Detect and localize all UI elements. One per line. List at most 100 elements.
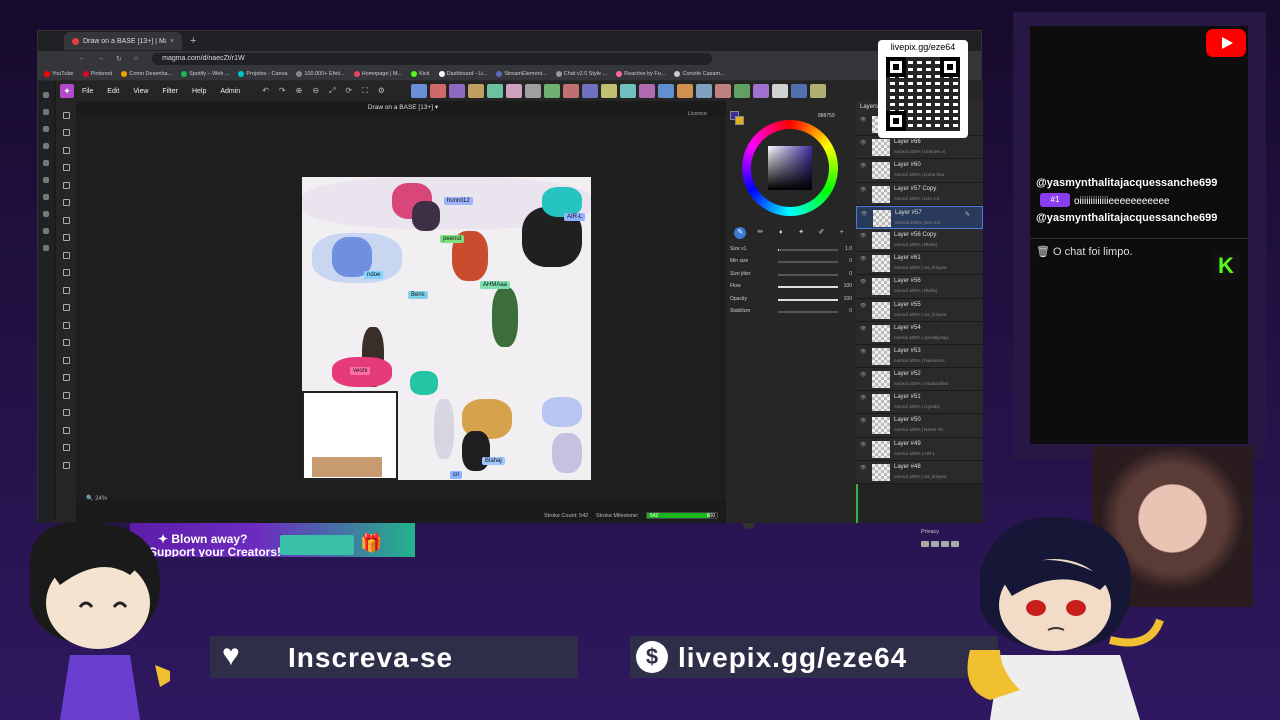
document-title[interactable]: Draw on a BASE [13+] ▾ — [78, 101, 728, 115]
collaborator-avatar[interactable] — [790, 84, 807, 98]
collaborator-avatar[interactable] — [657, 84, 674, 98]
bookmark-item[interactable]: Dashboard - Li... — [438, 70, 487, 77]
creator-support-banner[interactable]: ✦ Blown away? Support your Creators! 🎁 — [130, 523, 415, 557]
eye-icon[interactable]: 👁 — [860, 187, 866, 193]
layer-row[interactable]: 👁 Layer #51 normal 100% | crybaby — [856, 391, 983, 415]
collaborator-avatar[interactable] — [486, 84, 503, 98]
drawing-canvas[interactable]: hunnii12 AIR-L peenut ndoe Bens AHMAaa veoni Bl… — [302, 177, 591, 480]
rect-tool-icon[interactable] — [62, 356, 70, 364]
canvas-area[interactable]: hunnii12 AIR-L peenut ndoe Bens AHMAaa veoni Bl… — [76, 115, 755, 529]
collaborator-avatar[interactable] — [676, 84, 693, 98]
gradient-tool-icon[interactable] — [62, 321, 70, 329]
bookmark-item[interactable]: YouTube — [44, 70, 74, 77]
brush-slider[interactable]: Min size 0 — [730, 257, 852, 267]
slider-track[interactable] — [778, 249, 838, 251]
bookmark-item[interactable]: Projetos - Canva — [238, 70, 287, 77]
bookmark-item[interactable]: Homepage | M... — [353, 70, 402, 77]
collaborator-avatar[interactable] — [771, 84, 788, 98]
layer-row[interactable]: 👁 Layer #66 normal 100% | Unkown vi — [856, 136, 983, 160]
eye-icon[interactable]: 👁 — [860, 418, 866, 424]
star-brush-icon[interactable]: ✦ — [795, 227, 807, 239]
sidebar-icon[interactable] — [43, 194, 49, 200]
sidebar-icon[interactable] — [43, 109, 49, 115]
comment-tool-icon[interactable] — [62, 461, 70, 469]
brush-slider[interactable]: Size x1 1.0 — [730, 245, 852, 255]
collaborator-avatar[interactable] — [752, 84, 769, 98]
redo-icon[interactable]: ↷ — [279, 86, 286, 96]
sidebar-icon[interactable] — [43, 177, 49, 183]
brush-slider[interactable]: Flow 100 — [730, 282, 852, 292]
collaborator-avatar[interactable] — [619, 84, 636, 98]
zoom-in-icon[interactable]: ⊕ — [296, 86, 303, 96]
eye-icon[interactable]: 👁 — [860, 395, 866, 401]
color-hex-field[interactable]: 888759 — [818, 113, 835, 119]
pen-brush-icon[interactable]: ✎ — [734, 227, 747, 239]
bookmark-item[interactable]: Convite Casam... — [674, 70, 725, 77]
layer-row[interactable]: 👁 Layer #56 normal 100% | Blahaj — [856, 275, 983, 299]
fit-icon[interactable]: ⤢ — [329, 86, 335, 96]
layer-row[interactable]: 👁 Layer #61 normal 100% | ws_lirioyee — [856, 252, 983, 276]
slider-track[interactable] — [778, 311, 838, 313]
youtube-play-icon[interactable] — [1206, 29, 1246, 57]
collaborator-avatar[interactable] — [429, 84, 446, 98]
layer-row[interactable]: 👁 Layer #57 Copy normal 100% | Eze 2.0 — [856, 182, 983, 206]
zoom-indicator[interactable]: 🔍 24% — [86, 495, 107, 502]
youtube-embed[interactable] — [1030, 26, 1248, 444]
fill-tool-icon[interactable] — [62, 304, 70, 311]
edit-layer-icon[interactable]: ✎ — [965, 211, 970, 218]
saturation-square[interactable] — [768, 146, 812, 190]
menu-help[interactable]: Help — [192, 88, 206, 95]
slider-track[interactable] — [778, 261, 838, 264]
collaborator-avatar[interactable] — [543, 84, 560, 98]
control-icon[interactable] — [951, 541, 959, 547]
bookmark-item[interactable]: Como Desenha... — [121, 70, 172, 77]
add-brush-icon[interactable]: + — [836, 227, 848, 239]
hand-tool-icon[interactable] — [62, 409, 70, 416]
eyedropper-tool-icon[interactable] — [62, 199, 70, 206]
control-icon[interactable] — [931, 541, 939, 547]
layer-row[interactable]: 👁 Layer #57 normal 100% | Eze 2.0 ✎ — [856, 205, 983, 229]
rotate-icon[interactable]: ⟳ — [345, 86, 352, 96]
layer-row[interactable]: 👁 Layer #56 Copy normal 100% | Blahaj — [856, 228, 983, 253]
eye-icon[interactable]: 👁 — [860, 442, 866, 448]
brush-slider[interactable]: Stabilizer 0 — [730, 307, 852, 317]
control-icon[interactable] — [921, 541, 929, 547]
settings-icon[interactable]: ⚙ — [378, 86, 385, 96]
bookmark-item[interactable]: Pinterest — [82, 70, 112, 77]
blur-tool-icon[interactable] — [62, 286, 70, 294]
smudge-tool-icon[interactable] — [62, 269, 70, 276]
paint-brush-icon[interactable]: ♦ — [775, 227, 787, 239]
layer-row[interactable]: 👁 Layer #48 normal 100% | ws_lirioyee — [856, 460, 983, 484]
collaborator-avatar[interactable] — [467, 84, 484, 98]
bookmark-item[interactable]: 100.000+ Efeit... — [296, 70, 345, 77]
collaborator-avatar[interactable] — [695, 84, 712, 98]
eye-icon[interactable]: 👁 — [860, 465, 866, 471]
eye-icon[interactable]: 👁 — [861, 211, 867, 217]
sidebar-icon[interactable] — [43, 228, 49, 234]
bookmark-item[interactable]: Reactive by Fu... — [616, 70, 665, 77]
collaborator-avatar[interactable] — [600, 84, 617, 98]
layer-row[interactable]: 👁 Layer #49 normal 100% | AIR-L — [856, 437, 983, 461]
collaborator-avatar[interactable] — [733, 84, 750, 98]
menu-edit[interactable]: Edit — [107, 88, 119, 95]
zoom-tool-icon[interactable] — [62, 444, 70, 451]
color-wheel[interactable] — [742, 120, 838, 216]
bookmark-item[interactable]: Kick — [411, 70, 430, 77]
ellipse-tool-icon[interactable] — [62, 374, 70, 381]
layer-row[interactable]: 👁 Layer #60 normal 100% | Ilonta lrea — [856, 159, 983, 183]
new-tab-icon[interactable]: + — [190, 35, 196, 47]
slider-track[interactable] — [778, 298, 838, 301]
menu-admin[interactable]: Admin — [220, 88, 240, 95]
layer-row[interactable]: 👁 Layer #54 normal 100% | spookljysapi — [856, 321, 983, 345]
eye-icon[interactable]: 👁 — [860, 279, 866, 285]
secondary-color-swatch[interactable] — [735, 116, 744, 125]
eraser-tool-icon[interactable] — [62, 251, 70, 259]
move-tool-icon[interactable] — [62, 111, 70, 119]
slider-track[interactable] — [778, 273, 838, 276]
eye-icon[interactable]: 👁 — [860, 256, 866, 262]
sidebar-icon[interactable] — [43, 126, 49, 132]
sidebar-icon[interactable] — [43, 211, 49, 217]
lasso-tool-icon[interactable] — [62, 146, 70, 154]
select-tool-icon[interactable] — [62, 129, 70, 136]
rotate-view-tool-icon[interactable] — [62, 426, 70, 434]
